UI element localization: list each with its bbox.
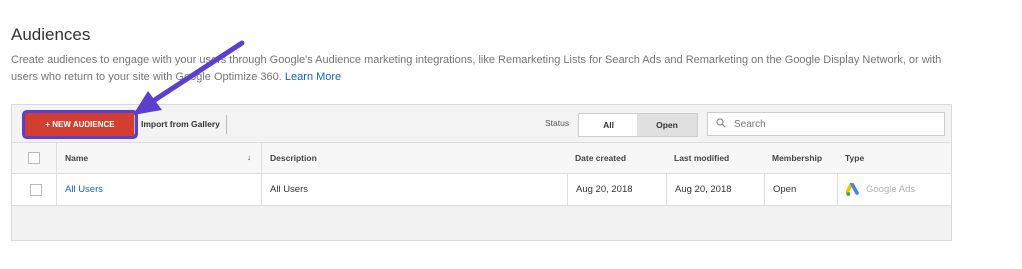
new-audience-button[interactable]: + NEW AUDIENCE [25, 113, 135, 136]
learn-more-link[interactable]: Learn More [285, 71, 341, 83]
date-created: Aug 20, 2018 [567, 174, 666, 205]
last-modified: Aug 20, 2018 [666, 174, 764, 205]
page-description: Create audiences to engage with your use… [11, 52, 961, 86]
column-header-last-modified[interactable]: Last modified [666, 143, 764, 173]
audience-name-cell: All Users [56, 174, 261, 205]
membership: Open [764, 174, 837, 205]
status-label: Status [545, 118, 570, 128]
table-header: Name ↓ Description Date created Last mod… [12, 143, 951, 174]
search-box [707, 112, 945, 136]
row-checkbox[interactable] [30, 183, 42, 196]
select-all-checkbox[interactable] [28, 152, 40, 164]
audience-description: All Users [261, 174, 567, 205]
column-header-membership[interactable]: Membership [764, 143, 837, 173]
column-header-type[interactable]: Type [837, 143, 951, 173]
column-header-description[interactable]: Description [261, 143, 567, 173]
type-cell: Google Ads [837, 174, 951, 205]
select-all-cell [12, 143, 56, 173]
column-header-date-created[interactable]: Date created [567, 143, 666, 173]
status-open-toggle[interactable]: Open [637, 113, 698, 137]
empty-table-area [12, 206, 951, 240]
audiences-panel: + NEW AUDIENCE Import from Gallery Statu… [11, 104, 952, 241]
search-input[interactable] [732, 115, 936, 133]
google-ads-logo-icon [846, 182, 859, 196]
row-checkbox-cell [12, 174, 56, 205]
toolbar: + NEW AUDIENCE Import from Gallery Statu… [12, 105, 951, 143]
audience-name-link[interactable]: All Users [65, 184, 103, 195]
sort-down-icon: ↓ [247, 153, 251, 162]
import-from-gallery-button[interactable]: Import from Gallery [134, 115, 227, 134]
type-value: Google Ads [846, 182, 916, 197]
status-all-toggle[interactable]: All [578, 113, 639, 137]
type-label: Google Ads [866, 184, 916, 195]
column-label: Name [65, 153, 89, 163]
table-row: All Users All Users Aug 20, 2018 Aug 20,… [12, 174, 951, 206]
column-header-name[interactable]: Name ↓ [56, 143, 261, 173]
page-title: Audiences [11, 25, 91, 44]
description-text: Create audiences to engage with your use… [11, 54, 942, 83]
search-icon [716, 118, 726, 128]
